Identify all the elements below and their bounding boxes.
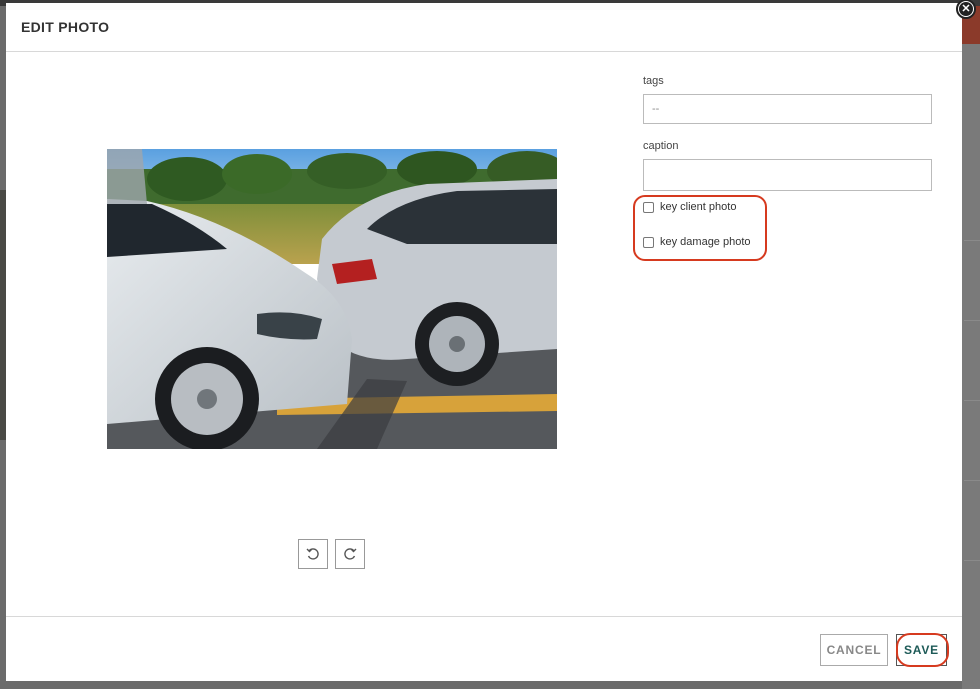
edit-photo-modal: EDIT PHOTO ✕ tags -- caption key client … — [6, 0, 976, 682]
rotate-right-icon — [344, 548, 357, 560]
modal-title: EDIT PHOTO — [21, 19, 110, 35]
close-button[interactable]: ✕ — [956, 0, 976, 19]
tags-input[interactable] — [643, 94, 932, 124]
cancel-button[interactable]: CANCEL — [820, 634, 888, 666]
checkbox-highlight-annotation — [633, 195, 767, 261]
rotate-left-button[interactable] — [298, 539, 328, 569]
photo-preview — [107, 149, 557, 449]
close-icon: ✕ — [959, 2, 973, 16]
background-side-panel — [962, 44, 980, 689]
caption-label: caption — [643, 140, 679, 152]
rotate-left-icon — [306, 548, 319, 560]
tags-label: tags — [643, 75, 664, 87]
background-divider — [964, 320, 980, 321]
background-divider — [964, 560, 980, 561]
modal-header: EDIT PHOTO — [6, 3, 962, 52]
rotate-right-button[interactable] — [335, 539, 365, 569]
caption-input[interactable] — [643, 159, 932, 191]
modal-footer: CANCEL SAVE — [6, 616, 962, 682]
background-divider — [964, 480, 980, 481]
save-highlight-annotation — [896, 633, 949, 667]
background-divider — [964, 240, 980, 241]
background-divider — [964, 400, 980, 401]
